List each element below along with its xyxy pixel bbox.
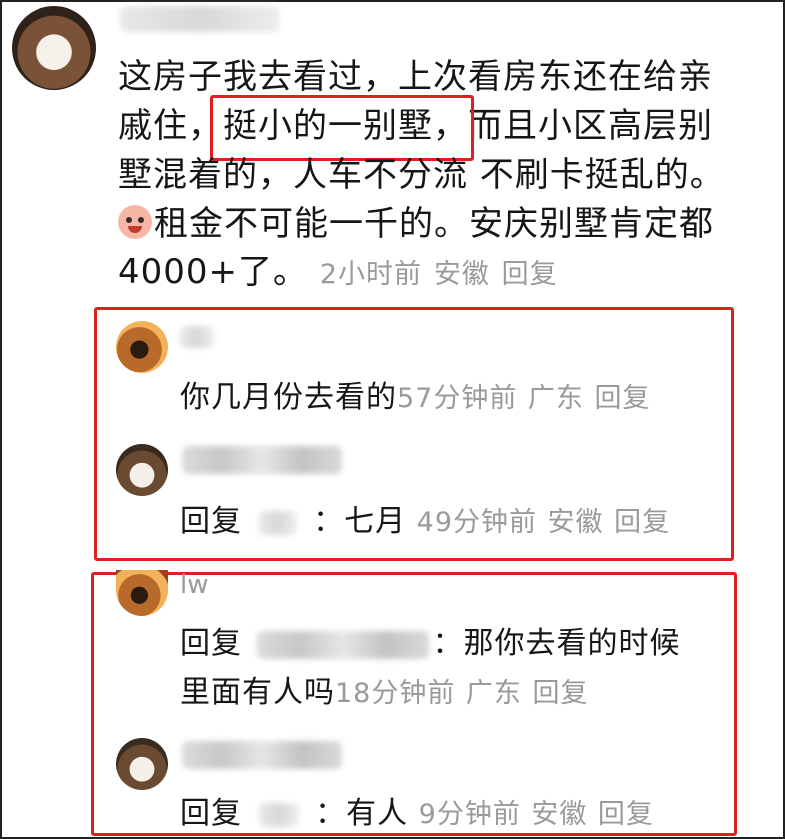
comment-text: 戚住， xyxy=(118,106,223,146)
reply-time: 49分钟前 xyxy=(416,507,537,538)
reply-4: 回复 ：有人 9分钟前 安徽 回复 xyxy=(180,788,654,832)
comment-text: 墅混着的，人车不分流 不刷卡挺乱的。 xyxy=(118,155,725,195)
comment-text: 租金不可能一千的。安庆别墅肯定都 xyxy=(154,204,714,244)
reply-prefix: 回复 xyxy=(180,796,242,831)
reply-button[interactable]: 回复 xyxy=(532,678,588,709)
reply-button[interactable]: 回复 xyxy=(502,259,558,290)
reply-text: 那你去看的时候 xyxy=(463,626,681,661)
reply-2: 回复 ：七月 49分钟前 安徽 回复 xyxy=(180,496,670,540)
reply-button[interactable]: 回复 xyxy=(594,383,650,414)
blurred-mention xyxy=(258,510,297,535)
reply-avatar[interactable] xyxy=(116,321,168,373)
blurred-username xyxy=(120,6,280,32)
reply-button[interactable]: 回复 xyxy=(598,799,654,830)
reply-1: 你几月份去看的57分钟前 广东 回复 xyxy=(180,372,650,416)
crying-laughing-emoji-icon xyxy=(118,205,152,239)
reply-location: 广东 xyxy=(527,383,584,414)
reply-text: 七月 xyxy=(344,504,407,539)
reply-username[interactable]: lw xyxy=(180,570,209,600)
comment-text: 而且小区高层别 xyxy=(468,106,713,146)
reply-location: 安徽 xyxy=(531,799,588,830)
comment-location: 安徽 xyxy=(433,259,490,290)
reply-time: 9分钟前 xyxy=(418,799,521,830)
reply-location: 安徽 xyxy=(547,507,604,538)
reply-text: 有人 xyxy=(346,796,409,831)
blurred-username xyxy=(182,446,342,474)
blurred-mention xyxy=(256,630,429,659)
blurred-username xyxy=(180,326,214,348)
reply-prefix: 回复 xyxy=(180,504,242,539)
blurred-mention xyxy=(258,802,299,827)
commenter-avatar[interactable] xyxy=(12,6,96,90)
reply-colon: ： xyxy=(432,626,464,661)
reply-colon: ： xyxy=(315,796,347,831)
blurred-username xyxy=(182,741,342,769)
comment-line-4: 租金不可能一千的。安庆别墅肯定都 xyxy=(118,199,714,249)
reply-3-line-1: 回复 ：那你去看的时候 xyxy=(180,618,681,662)
comment-text: 这房子我去看过，上次看房东还在给亲 xyxy=(118,57,713,97)
comment-line-3: 墅混着的，人车不分流 不刷卡挺乱的。 xyxy=(118,150,725,200)
reply-prefix: 回复 xyxy=(180,626,242,661)
reply-avatar[interactable] xyxy=(116,738,168,790)
reply-time: 57分钟前 xyxy=(397,383,518,414)
reply-text: 你几月份去看的 xyxy=(180,380,397,415)
comment-line-5: 4000+了。 2小时前 安徽 回复 xyxy=(118,247,558,300)
reply-3-line-2: 里面有人吗18分钟前 广东 回复 xyxy=(180,667,588,711)
reply-text: 里面有人吗 xyxy=(180,675,335,710)
reply-button[interactable]: 回复 xyxy=(614,507,670,538)
reply-time: 18分钟前 xyxy=(335,678,456,709)
reply-location: 广东 xyxy=(465,678,522,709)
comment-time: 2小时前 xyxy=(319,259,423,290)
reply-avatar[interactable] xyxy=(116,444,168,496)
comment-text: 4000+了。 xyxy=(118,252,309,292)
reply-colon: ： xyxy=(313,504,345,539)
